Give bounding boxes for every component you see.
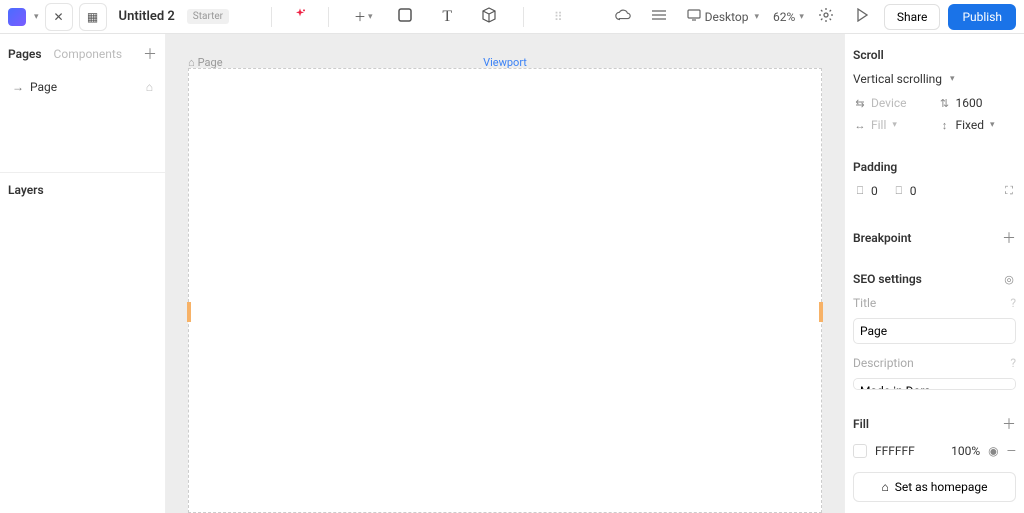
top-bar-center: ＋▾ T ⠿ <box>235 3 603 31</box>
height-icon: ⇅ <box>938 97 952 110</box>
settings-button[interactable] <box>812 3 840 31</box>
seo-preview-icon[interactable]: ◎ <box>1002 273 1016 286</box>
divider <box>328 7 329 27</box>
plan-tag: Starter <box>187 9 229 24</box>
canvas-area[interactable]: ⌂ Page Viewport <box>166 34 844 513</box>
help-icon[interactable]: ? <box>1010 356 1016 370</box>
components-icon: ⠿ <box>554 10 563 24</box>
padding-left-field[interactable]: ⎕0 <box>853 184 878 198</box>
add-breakpoint-button[interactable]: ＋ <box>1002 228 1016 248</box>
layers-header: Layers <box>0 172 165 207</box>
hfill-select[interactable]: ↔Fill▾ <box>853 118 932 132</box>
divider <box>271 7 272 27</box>
play-icon <box>856 8 868 25</box>
add-tool[interactable]: ＋▾ <box>349 3 377 31</box>
width-icon: ⇆ <box>853 97 867 110</box>
fill-opacity[interactable]: 100% <box>951 444 980 458</box>
frame-tool[interactable] <box>391 3 419 31</box>
chevron-down-icon: ▾ <box>990 120 995 130</box>
resize-handle-right[interactable] <box>819 302 823 322</box>
share-button[interactable]: Share <box>884 4 941 30</box>
cloud-status[interactable] <box>609 3 637 31</box>
add-fill-button[interactable]: ＋ <box>1002 414 1016 434</box>
help-icon[interactable]: ? <box>1010 296 1016 310</box>
link-icon <box>651 9 667 24</box>
padding-top-field[interactable]: ⎕0 <box>892 184 917 198</box>
chevron-down-icon: ▾ <box>799 12 804 22</box>
chevron-down-icon: ▾ <box>892 120 897 130</box>
height-field[interactable]: ⇅1600 <box>938 96 1017 110</box>
page-list-item[interactable]: → Page ⌂ <box>8 74 157 100</box>
device-label: Desktop <box>705 10 749 24</box>
top-bar-right: Desktop ▾ 62% ▾ Share Publish <box>609 3 1016 31</box>
chevron-down-icon: ▾ <box>368 12 373 22</box>
file-title[interactable]: Untitled 2 <box>119 9 175 24</box>
right-panel: Scroll Vertical scrolling ▾ ⇆Device ⇅160… <box>844 34 1024 513</box>
zoom-select[interactable]: 62% ▾ <box>773 10 804 24</box>
text-tool[interactable]: T <box>433 3 461 31</box>
top-bar: ▾ ✕ ▦ Untitled 2 Starter ＋▾ T ⠿ Desktop … <box>0 0 1024 34</box>
seo-desc-input[interactable] <box>853 378 1016 390</box>
logo-chevron-down-icon[interactable]: ▾ <box>34 12 39 22</box>
seo-title-label: Title <box>853 296 876 310</box>
hfill-icon: ↔ <box>853 119 867 132</box>
scroll-section-title: Scroll <box>853 48 1016 62</box>
padding-left-icon: ⎕ <box>853 184 867 198</box>
tab-components[interactable]: Components <box>54 47 123 61</box>
set-homepage-button[interactable]: ⌂ Set as homepage <box>853 472 1016 502</box>
remove-fill-icon[interactable]: — <box>1007 444 1016 458</box>
resize-handle-left[interactable] <box>187 302 191 322</box>
design-mode-button[interactable]: ✕ <box>45 3 73 31</box>
publish-button[interactable]: Publish <box>948 4 1016 30</box>
fill-hex[interactable]: FFFFFF <box>875 444 915 458</box>
gear-icon <box>818 7 834 26</box>
width-field[interactable]: ⇆Device <box>853 96 932 110</box>
fill-section-title: Fill <box>853 417 869 431</box>
device-select[interactable]: Desktop ▾ <box>681 5 765 28</box>
cube-icon <box>481 7 497 26</box>
square-icon <box>397 7 413 26</box>
page-name: Page <box>30 80 57 94</box>
interactions-button[interactable] <box>645 3 673 31</box>
zoom-value: 62% <box>773 10 795 24</box>
visibility-toggle-icon[interactable]: ◉ <box>988 444 998 458</box>
seo-desc-label: Description <box>853 356 914 370</box>
artboard[interactable] <box>188 68 822 513</box>
scroll-mode-select[interactable]: Vertical scrolling ▾ <box>853 72 1016 86</box>
tab-pages[interactable]: Pages <box>8 47 42 61</box>
divider <box>523 7 524 27</box>
arrow-right-icon: → <box>12 80 24 94</box>
chevron-down-icon: ▾ <box>950 74 955 84</box>
padding-expand-icon[interactable]: ⛶ <box>1002 184 1016 198</box>
grid-mode-button[interactable]: ▦ <box>79 3 107 31</box>
play-button[interactable] <box>848 3 876 31</box>
app-logo[interactable] <box>8 8 26 26</box>
breakpoint-section-title: Breakpoint <box>853 231 911 245</box>
seo-section-title: SEO settings <box>853 272 922 286</box>
plus-icon: ＋ <box>354 8 366 25</box>
home-icon: ⌂ <box>146 80 153 94</box>
scroll-mode-value: Vertical scrolling <box>853 72 942 86</box>
top-bar-left: ▾ ✕ ▦ Untitled 2 Starter <box>8 3 229 31</box>
table-icon: ▦ <box>87 10 98 24</box>
sparkle-icon[interactable] <box>292 7 308 26</box>
seo-title-input[interactable] <box>853 318 1016 344</box>
padding-section-title: Padding <box>853 160 1016 174</box>
vmode-icon: ↕ <box>938 119 952 132</box>
vmode-select[interactable]: ↕Fixed▾ <box>938 118 1017 132</box>
components-tool[interactable]: ⠿ <box>544 3 572 31</box>
padding-top-icon: ⎕ <box>892 184 906 198</box>
3d-tool[interactable] <box>475 3 503 31</box>
text-icon: T <box>442 8 452 26</box>
left-panel: Pages Components ＋ → Page ⌂ Layers <box>0 34 166 513</box>
chevron-down-icon: ▾ <box>755 12 760 22</box>
add-page-button[interactable]: ＋ <box>143 44 157 64</box>
cloud-check-icon <box>614 8 632 25</box>
home-icon: ⌂ <box>881 480 888 494</box>
fill-swatch[interactable] <box>853 444 867 458</box>
crossed-tools-icon: ✕ <box>54 10 64 24</box>
desktop-icon <box>687 9 701 24</box>
